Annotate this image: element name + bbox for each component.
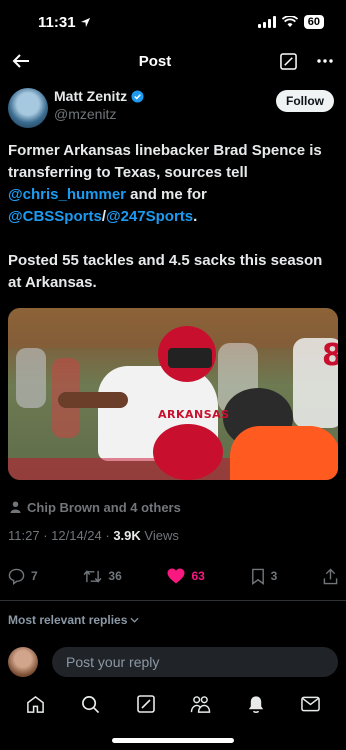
action-bar: 7 36 63 3 (0, 558, 346, 594)
separator: · (101, 528, 114, 543)
tweet-paragraph-2: Posted 55 tackles and 4.5 sacks this sea… (8, 252, 323, 291)
tweet-photo[interactable]: ARKANSAS 8 (8, 308, 338, 480)
bottom-tab-bar (0, 686, 346, 722)
mention-link[interactable]: @CBSSports (8, 208, 102, 225)
home-icon (27, 695, 44, 713)
tab-communities[interactable] (190, 693, 212, 715)
clock-text: 11:31 (38, 13, 76, 31)
back-arrow-icon (12, 54, 29, 68)
location-arrow-icon (80, 17, 90, 27)
status-time: 11:31 (38, 14, 91, 31)
signal-icon (257, 16, 276, 28)
text-segment: Former Arkansas linebacker Brad Spence i… (8, 142, 322, 181)
replies-sort-label: Most relevant replies (8, 613, 128, 627)
tab-messages[interactable] (300, 693, 322, 715)
reply-button[interactable]: 7 (8, 568, 38, 585)
separator: · (39, 528, 52, 543)
page-title: Post (138, 52, 172, 70)
my-avatar[interactable] (8, 647, 38, 677)
home-indicator (112, 738, 234, 743)
author-row: Matt Zenitz @mzenitz Follow (0, 78, 346, 130)
share-icon (323, 567, 338, 584)
more-icon (317, 59, 333, 63)
tab-home[interactable] (25, 693, 47, 715)
repost-icon (83, 569, 102, 583)
author-name[interactable]: Matt Zenitz (54, 88, 127, 104)
repost-button[interactable]: 36 (83, 569, 122, 584)
tweet-time: 11:27 (8, 528, 40, 543)
follow-button[interactable]: Follow (276, 90, 334, 112)
wifi-icon (281, 16, 298, 27)
bell-icon (248, 695, 263, 713)
social-context[interactable]: Chip Brown and 4 others (0, 498, 346, 516)
replies-sort-toggle[interactable]: Most relevant replies (0, 613, 346, 627)
people-icon (190, 695, 211, 713)
search-icon (82, 695, 100, 713)
tweet-meta: 11:27 · 12/14/24 · 3.9K Views (0, 528, 346, 546)
author-handle[interactable]: @mzenitz (54, 106, 144, 122)
tweet-date: 12/14/24 (51, 528, 102, 543)
reply-icon (8, 568, 25, 585)
social-context-text: Chip Brown and 4 others (27, 499, 181, 515)
mail-icon (301, 696, 320, 712)
tab-notifications[interactable] (245, 693, 267, 715)
grok-icon (136, 695, 155, 713)
share-button[interactable] (323, 567, 338, 585)
heart-icon (167, 568, 185, 584)
reply-input[interactable]: Post your reply (52, 647, 338, 677)
reply-count: 7 (31, 569, 38, 583)
mention-link[interactable]: @chris_hummer (8, 186, 126, 203)
person-icon (10, 501, 21, 513)
jersey-text: ARKANSAS (158, 408, 230, 421)
avatar[interactable] (8, 88, 48, 128)
tab-search[interactable] (80, 693, 102, 715)
reply-composer: Post your reply (0, 642, 346, 682)
back-button[interactable] (10, 50, 32, 72)
tab-grok[interactable] (135, 693, 157, 715)
status-bar: 11:31 60 (0, 0, 346, 44)
like-count: 63 (191, 569, 205, 583)
text-segment: and me for (126, 186, 207, 203)
views-label: Views (144, 528, 179, 543)
grok-button[interactable] (278, 50, 300, 72)
bookmark-count: 3 (270, 569, 278, 583)
jersey-number: 8 (322, 338, 338, 373)
more-button[interactable] (314, 50, 336, 72)
repost-count: 36 (108, 569, 122, 583)
battery-icon: 60 (303, 15, 324, 29)
chevron-down-icon (130, 617, 139, 623)
header: Post (0, 44, 346, 78)
views-count: 3.9K (113, 528, 141, 543)
bookmark-button[interactable]: 3 (251, 568, 278, 585)
compose-icon (280, 52, 298, 70)
tweet-paragraph-1: Former Arkansas linebacker Brad Spence i… (8, 140, 338, 228)
bookmark-icon (251, 568, 264, 585)
tweet-text: Former Arkansas linebacker Brad Spence i… (0, 130, 346, 294)
like-button[interactable]: 63 (167, 568, 205, 584)
verified-icon (131, 89, 144, 103)
text-segment: . (193, 208, 198, 225)
mention-link[interactable]: @247Sports (106, 208, 193, 225)
divider (0, 600, 346, 601)
